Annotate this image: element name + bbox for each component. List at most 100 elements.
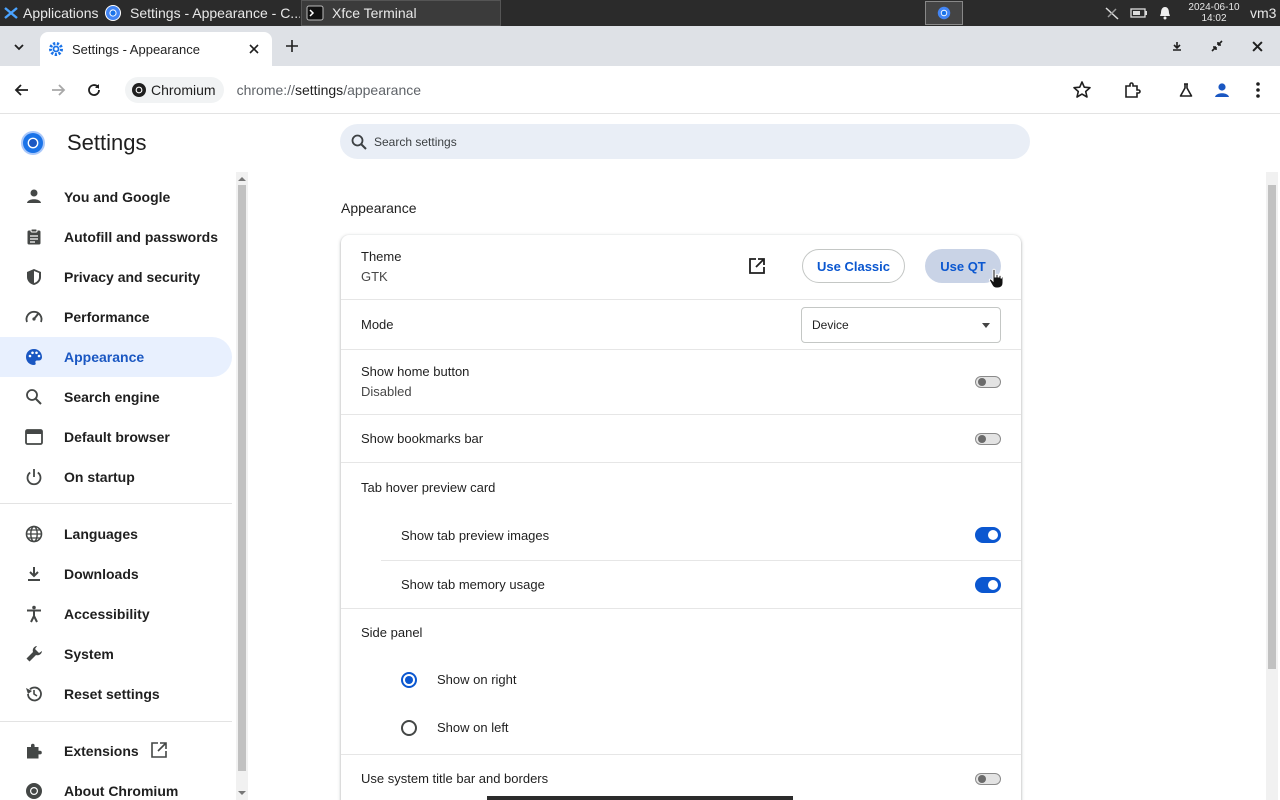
sidebar-item-label: Downloads — [64, 566, 139, 582]
close-window-button[interactable] — [1246, 35, 1268, 57]
avatar-icon — [1215, 83, 1229, 97]
sidebar-item-on-startup[interactable]: On startup — [0, 457, 232, 497]
mode-row: Mode Device — [341, 299, 1021, 349]
minimize-button[interactable] — [1166, 35, 1188, 57]
sidebar-item-you-and-google[interactable]: You and Google — [0, 177, 232, 217]
tab-settings-appearance[interactable]: Settings - Appearance — [40, 32, 272, 66]
bookmarks-bar-row[interactable]: Show bookmarks bar — [341, 414, 1021, 462]
sidebar-item-about-chromium[interactable]: About Chromium — [0, 771, 232, 800]
sidebar-item-downloads[interactable]: Downloads — [0, 554, 232, 594]
toggle-knob — [978, 435, 986, 443]
mode-select[interactable]: Device — [801, 307, 1001, 343]
side-panel-left-option[interactable]: Show on left — [381, 704, 1021, 752]
address-bar[interactable]: Chromium chrome://settings/appearance — [122, 73, 1104, 107]
tab-close-button[interactable] — [244, 39, 264, 59]
chromium-icon — [937, 6, 951, 20]
site-info-chip[interactable]: Chromium — [125, 77, 224, 103]
mode-selected-value: Device — [812, 318, 849, 332]
section-title: Appearance — [341, 200, 417, 216]
reload-icon — [88, 84, 100, 96]
tab-memory-usage-row[interactable]: Show tab memory usage — [381, 560, 1021, 608]
labs-button[interactable] — [1172, 76, 1200, 104]
person-icon — [27, 189, 41, 203]
tray-chromium-window[interactable] — [924, 0, 964, 26]
tab-preview-images-label: Show tab preview images — [401, 528, 550, 543]
sidebar-item-performance[interactable]: Performance — [0, 297, 232, 337]
sidebar-item-search-engine[interactable]: Search engine — [0, 377, 232, 417]
clock[interactable]: 2024-06-10 14:02 — [1182, 0, 1246, 26]
scroll-down-arrow-icon[interactable] — [238, 789, 246, 797]
scroll-up-arrow-icon[interactable] — [238, 175, 246, 183]
sidebar-scrollbar-thumb[interactable] — [238, 185, 246, 771]
sidebar-item-default-browser[interactable]: Default browser — [0, 417, 232, 457]
menu-button[interactable] — [1244, 76, 1272, 104]
appearance-card: Theme GTK Use Classic Use QT Mode Device… — [341, 235, 1021, 800]
network-off-icon[interactable] — [1104, 5, 1120, 21]
back-button[interactable] — [8, 76, 36, 104]
settings-sidebar: You and Google Autofill and passwords Pr… — [0, 177, 234, 800]
chromium-icon — [26, 783, 42, 799]
sidebar-item-reset-settings[interactable]: Reset settings — [0, 674, 232, 714]
radio-show-on-right[interactable] — [401, 672, 417, 688]
search-settings-input[interactable]: Search settings — [340, 124, 1030, 159]
sidebar-item-label: Privacy and security — [64, 269, 201, 285]
home-button-status: Disabled — [361, 384, 412, 399]
history-icon — [26, 686, 42, 702]
home-button-toggle[interactable] — [975, 374, 1001, 390]
system-title-bar-toggle[interactable] — [975, 771, 1001, 787]
forward-button[interactable] — [44, 76, 72, 104]
toggle-knob — [978, 775, 986, 783]
toggle-knob — [988, 580, 998, 590]
sidebar-item-label: Reset settings — [64, 686, 160, 702]
taskbar-item-terminal[interactable]: Xfce Terminal — [301, 0, 501, 26]
battery-icon[interactable] — [1130, 5, 1148, 21]
url-scheme: chrome:// — [236, 82, 295, 98]
sidebar-item-languages[interactable]: Languages — [0, 514, 232, 554]
home-button-row[interactable]: Show home button Disabled — [341, 349, 1021, 414]
tab-preview-images-row[interactable]: Show tab preview images — [381, 511, 1021, 560]
gear-icon — [49, 42, 63, 56]
bookmarks-bar-toggle[interactable] — [975, 431, 1001, 447]
bookmark-star-icon[interactable] — [1072, 80, 1092, 100]
sidebar-scrollbar[interactable] — [236, 172, 248, 800]
hand-cursor-icon — [988, 268, 1004, 289]
sidebar-item-system[interactable]: System — [0, 634, 232, 674]
reload-button[interactable] — [80, 76, 108, 104]
flask-icon — [1179, 83, 1193, 97]
puzzle-icon — [27, 743, 42, 759]
radio-show-on-left[interactable] — [401, 720, 417, 736]
tab-hover-label: Tab hover preview card — [361, 480, 496, 495]
sidebar-item-appearance[interactable]: Appearance — [0, 337, 232, 377]
power-icon — [26, 469, 42, 486]
restore-button[interactable] — [1206, 35, 1228, 57]
sidebar-item-extensions[interactable]: Extensions — [0, 731, 232, 771]
status-bubble-edge — [487, 796, 793, 800]
tab-preview-images-toggle[interactable] — [975, 527, 1001, 543]
tab-memory-usage-toggle[interactable] — [975, 577, 1001, 593]
taskbar-item-chromium[interactable]: Settings - Appearance - C... — [100, 0, 300, 26]
mode-label: Mode — [361, 317, 394, 332]
os-top-panel: Applications Settings - Appearance - C..… — [0, 0, 1280, 26]
open-in-new-icon[interactable] — [748, 257, 766, 275]
taskbar-item-label: Settings - Appearance - C... — [130, 5, 300, 21]
tab-search-button[interactable] — [6, 34, 32, 60]
sidebar-item-privacy[interactable]: Privacy and security — [0, 257, 232, 297]
side-panel-right-option[interactable]: Show on right — [381, 656, 1021, 704]
use-classic-button[interactable]: Use Classic — [802, 249, 905, 283]
main-scrollbar-thumb[interactable] — [1268, 185, 1276, 669]
notification-bell-icon[interactable] — [1158, 5, 1172, 21]
main-scrollbar[interactable] — [1266, 172, 1278, 800]
sidebar-item-label: Accessibility — [64, 606, 150, 622]
clock-date: 2024-06-10 — [1188, 2, 1240, 13]
system-title-bar-row[interactable]: Use system title bar and borders — [341, 754, 1021, 800]
sidebar-item-accessibility[interactable]: Accessibility — [0, 594, 232, 634]
sidebar-item-autofill[interactable]: Autofill and passwords — [0, 217, 232, 257]
extensions-button[interactable] — [1118, 76, 1146, 104]
url-text[interactable]: chrome://settings/appearance — [237, 82, 421, 98]
dropdown-caret-icon — [982, 323, 990, 328]
profile-button[interactable] — [1208, 76, 1236, 104]
search-placeholder: Search settings — [374, 134, 457, 149]
applications-menu[interactable]: Applications — [0, 0, 100, 26]
new-tab-button[interactable] — [281, 35, 303, 57]
user-menu[interactable]: vm3 — [1250, 0, 1280, 26]
